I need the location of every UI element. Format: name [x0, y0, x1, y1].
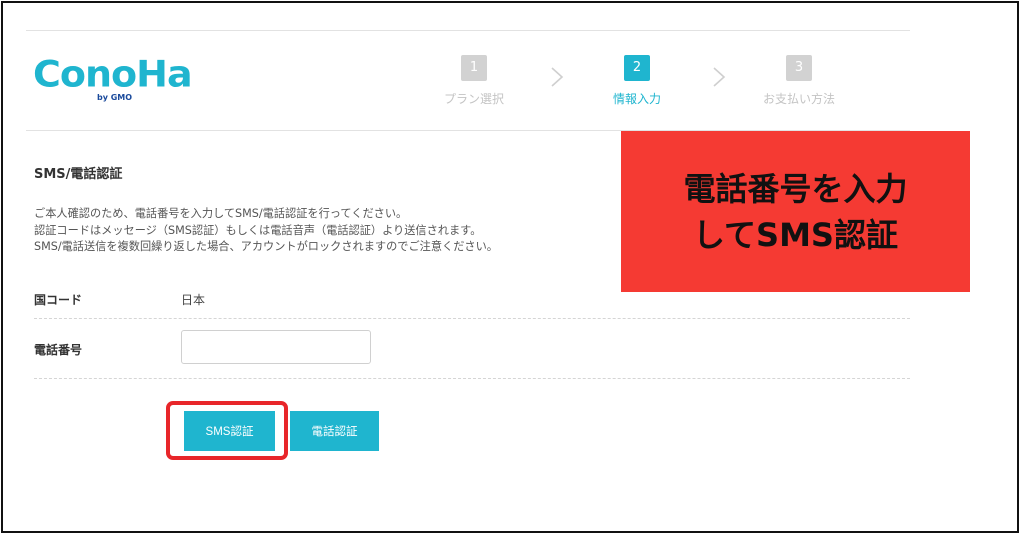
callout-banner: 電話番号を入力 してSMS認証: [621, 131, 970, 292]
section-title: SMS/電話認証: [34, 167, 123, 182]
instructions-line: 認証コードはメッセージ（SMS認証）もしくは電話音声（電話認証）より送信されます…: [34, 223, 482, 237]
instructions-line: SMS/電話送信を複数回繰り返した場合、アカウントがロックされますのでご注意くだ…: [34, 240, 498, 253]
top-divider: [26, 30, 910, 31]
callout-line: してSMS認証: [693, 215, 898, 254]
step-info-input: 2 情報入力: [577, 55, 697, 107]
step-number: 2: [624, 55, 650, 81]
instructions-text: ご本人確認のため、電話番号を入力してSMS/電話認証を行ってください。 認証コー…: [34, 206, 634, 256]
logo-byline: by GMO: [97, 93, 133, 102]
row-divider: [34, 378, 910, 379]
phone-number-label: 電話番号: [34, 343, 83, 357]
chevron-right-icon: [713, 67, 726, 87]
step-label: 情報入力: [612, 92, 661, 106]
country-code-label: 国コード: [34, 293, 83, 307]
voice-auth-button[interactable]: 電話認証: [290, 411, 379, 451]
step-number: 1: [461, 55, 487, 81]
highlight-annotation: [166, 401, 288, 460]
step-payment-method: 3 お支払い方法: [739, 55, 859, 107]
step-plan-selection: 1 プラン選択: [414, 55, 534, 107]
conoha-logo[interactable]: ConoHa by GMO: [33, 55, 193, 105]
phone-number-input[interactable]: [181, 330, 371, 364]
step-label: お支払い方法: [762, 92, 835, 106]
instructions-line: ご本人確認のため、電話番号を入力してSMS/電話認証を行ってください。: [34, 207, 408, 220]
callout-line: 電話番号を入力: [683, 169, 908, 208]
chevron-right-icon: [551, 67, 564, 87]
step-number: 3: [786, 55, 812, 81]
step-label: プラン選択: [443, 92, 504, 106]
logo-wordmark: ConoHa: [33, 53, 193, 95]
row-divider: [34, 318, 910, 319]
country-code-value: 日本: [181, 293, 206, 307]
